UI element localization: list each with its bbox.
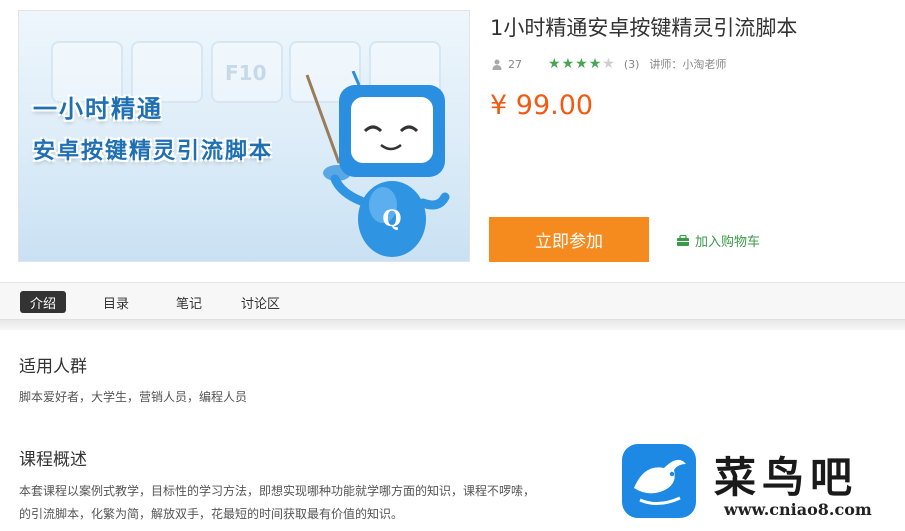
watermark-url: www.cniao8.com	[724, 500, 872, 519]
robot-mascot-icon: Q	[305, 71, 450, 257]
user-icon	[492, 59, 502, 70]
watermark-title: 菜鸟吧	[714, 453, 859, 502]
star-icon: ★	[588, 56, 602, 72]
shopping-cart-icon	[677, 234, 689, 246]
add-to-cart-link[interactable]: 加入购物车	[676, 231, 760, 250]
course-title: 1小时精通安卓按键精灵引流脚本	[490, 16, 798, 40]
course-meta: 27 ★ ★ ★ ★ ★ (3) 讲师：小淘老师	[492, 56, 726, 72]
star-icon: ★	[548, 56, 561, 72]
join-button[interactable]: 立即参加	[489, 217, 649, 262]
course-cover-image: F10 一小时精通 安卓按键精灵引流脚本 Q	[18, 10, 470, 262]
site-watermark: 菜鸟吧 www.cniao8.com	[616, 438, 905, 531]
teacher-label[interactable]: 讲师：小淘老师	[649, 56, 726, 72]
mascot-letter: Q	[382, 206, 401, 232]
cover-text-line1: 一小时精通	[33, 95, 163, 123]
course-price: ¥ 99.00	[490, 90, 594, 121]
rating-stars: ★ ★ ★ ★ ★	[548, 57, 616, 71]
overview-text-line1: 本套课程以案例式教学，目标性的学习方法，即想实现哪种功能就学哪方面的知识，课程不…	[19, 484, 536, 498]
cover-text-line2: 安卓按键精灵引流脚本	[33, 139, 274, 164]
course-tabs: 介绍 目录 笔记 讨论区	[0, 282, 905, 320]
audience-heading: 适用人群	[19, 357, 87, 377]
star-icon: ★	[602, 56, 615, 72]
tab-discussion[interactable]: 讨论区	[241, 291, 280, 313]
tab-intro[interactable]: 介绍	[20, 291, 67, 313]
bird-logo-icon	[622, 444, 696, 518]
star-icon: ★	[575, 56, 588, 72]
add-to-cart-label: 加入购物车	[695, 235, 761, 250]
learner-count: 27	[508, 57, 522, 71]
cover-key-label: F10	[225, 61, 267, 85]
overview-text-line2: 的引流脚本，化繁为简，解放双手，花最短的时间获取最有价值的知识。	[19, 507, 404, 521]
rating-count: (3)	[623, 57, 640, 71]
star-icon: ★	[561, 56, 575, 72]
overview-heading: 课程概述	[19, 450, 87, 470]
audience-text: 脚本爱好者，大学生，营销人员，编程人员	[19, 390, 248, 404]
tab-catalog[interactable]: 目录	[103, 291, 129, 313]
tab-notes[interactable]: 笔记	[176, 291, 202, 313]
tab-divider	[0, 320, 905, 330]
